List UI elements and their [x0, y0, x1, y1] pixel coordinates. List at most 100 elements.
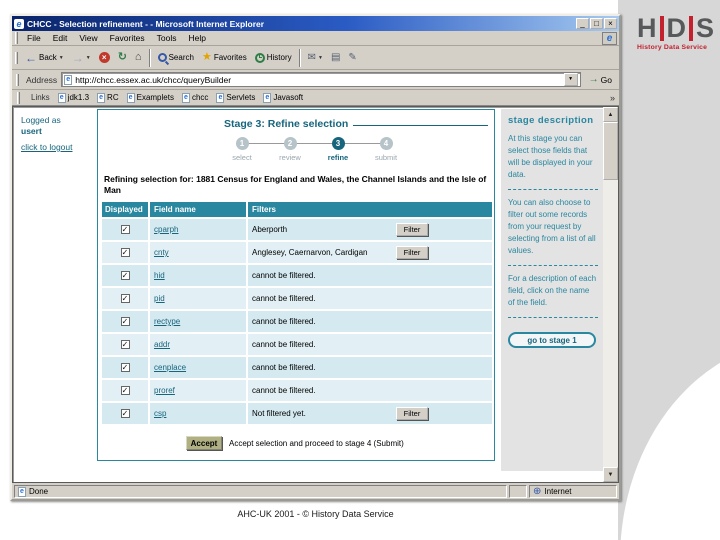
scrollbar-thumb[interactable]	[603, 122, 618, 180]
forward-button[interactable]: → ▼	[68, 51, 95, 65]
field-name-link[interactable]: addr	[154, 340, 170, 349]
filter-value: Aberporth	[252, 225, 288, 234]
refresh-button[interactable]: ↻	[114, 50, 131, 65]
link-item-chcc[interactable]: e chcc	[181, 92, 208, 103]
fields-table: Displayed Field name Filters ✓ cparph Ab…	[102, 202, 492, 424]
link-item-javasoft[interactable]: e Javasoft	[263, 92, 303, 103]
field-name-link[interactable]: hid	[154, 271, 165, 280]
displayed-checkbox[interactable]: ✓	[120, 363, 130, 372]
displayed-checkbox[interactable]: ✓	[120, 317, 130, 326]
displayed-checkbox[interactable]: ✓	[120, 248, 130, 257]
favorites-label: Favorites	[213, 53, 247, 62]
address-dropdown-icon[interactable]: ▼	[563, 73, 578, 86]
table-row: ✓ csp Not filtered yet. Filter	[102, 403, 492, 424]
field-name-link[interactable]: cparph	[154, 225, 178, 234]
menu-file[interactable]: File	[21, 33, 47, 43]
link-item-rc[interactable]: e RC	[97, 92, 119, 103]
displayed-checkbox[interactable]: ✓	[120, 340, 130, 349]
displayed-checkbox[interactable]: ✓	[120, 409, 130, 418]
address-input[interactable]: e http://chcc.essex.ac.uk/chcc/queryBuil…	[61, 72, 581, 87]
back-dropdown-icon[interactable]: ▼	[59, 55, 64, 61]
stage-description-sidebar: stage description At this stage you can …	[501, 109, 605, 471]
menu-help[interactable]: Help	[182, 33, 211, 43]
displayed-checkbox[interactable]: ✓	[120, 225, 130, 234]
table-row: ✓ cparph Aberporth Filter	[102, 219, 492, 240]
table-row: ✓ proref cannot be filtered.	[102, 380, 492, 401]
security-zone-pane: ⊕ Internet	[529, 485, 617, 498]
background-curve	[620, 340, 720, 540]
logout-link[interactable]: click to logout	[21, 142, 73, 153]
stage-label-submit: submit	[374, 153, 398, 162]
menu-favorites[interactable]: Favorites	[104, 33, 151, 43]
edit-button[interactable]: ✎	[344, 50, 360, 65]
stage-title-rule	[353, 125, 488, 126]
table-row: ✓ cenplace cannot be filtered.	[102, 357, 492, 378]
menubar-grip[interactable]	[15, 32, 18, 44]
menu-edit[interactable]: Edit	[47, 33, 74, 43]
filter-value: cannot be filtered.	[252, 271, 316, 280]
go-button[interactable]: → Go	[585, 74, 616, 85]
displayed-checkbox[interactable]: ✓	[120, 294, 130, 303]
search-button[interactable]: Search	[154, 51, 198, 64]
logged-as-text: Logged as	[21, 115, 61, 125]
vertical-scrollbar[interactable]: ▲ ▼	[603, 107, 618, 482]
linksbar-grip[interactable]	[17, 91, 20, 104]
hds-letter-s: S	[696, 13, 715, 43]
home-icon: ⌂	[134, 51, 142, 63]
accept-button[interactable]: Accept	[186, 436, 222, 450]
print-button[interactable]: ▤	[327, 50, 344, 65]
link-label-servlets: Servlets	[226, 93, 256, 102]
table-row: ✓ cnty Anglesey, Caernarvon, Cardigan Fi…	[102, 242, 492, 263]
minimize-button[interactable]: _	[576, 18, 589, 29]
back-button[interactable]: ← Back ▼	[21, 51, 68, 65]
displayed-checkbox[interactable]: ✓	[120, 271, 130, 280]
menu-tools[interactable]: Tools	[151, 33, 183, 43]
go-to-stage-1-button[interactable]: go to stage 1	[508, 332, 596, 348]
window-title: CHCC - Selection refinement - - Microsof…	[27, 18, 265, 29]
status-spacer-pane	[509, 485, 527, 498]
field-name-link[interactable]: csp	[154, 409, 166, 418]
link-item-examplets[interactable]: e Examplets	[126, 92, 174, 103]
mail-dropdown-icon[interactable]: ▼	[318, 55, 323, 61]
favorites-button[interactable]: ★ Favorites	[198, 50, 251, 65]
field-name-link[interactable]: rectype	[154, 317, 180, 326]
scroll-up-button[interactable]: ▲	[603, 107, 618, 122]
maximize-button[interactable]: □	[590, 18, 603, 29]
mail-icon: ✉	[307, 52, 316, 63]
browser-window: e CHCC - Selection refinement - - Micros…	[10, 14, 621, 501]
filter-button[interactable]: Filter	[396, 223, 428, 236]
mail-button[interactable]: ✉ ▼	[304, 50, 327, 65]
field-name-link[interactable]: cnty	[154, 248, 169, 257]
scrollbar-track[interactable]	[603, 180, 618, 467]
zone-label: Internet	[544, 487, 572, 496]
scroll-down-button[interactable]: ▼	[603, 467, 618, 482]
field-name-link[interactable]: pid	[154, 294, 165, 303]
link-item-servlets[interactable]: e Servlets	[216, 92, 256, 103]
close-button[interactable]: ×	[604, 18, 617, 29]
addressbar-grip[interactable]	[16, 73, 19, 86]
field-name-link[interactable]: cenplace	[154, 363, 186, 372]
stage-circle-4: 4	[379, 137, 393, 150]
displayed-checkbox[interactable]: ✓	[120, 386, 130, 395]
filter-button[interactable]: Filter	[396, 407, 428, 420]
address-url[interactable]: http://chcc.essex.ac.uk/chcc/queryBuilde…	[75, 75, 560, 85]
link-page-icon: e	[126, 92, 135, 103]
stage-circle-1: 1	[235, 137, 249, 150]
forward-dropdown-icon[interactable]: ▼	[86, 55, 91, 61]
field-name-link[interactable]: proref	[154, 386, 175, 395]
stop-button[interactable]: ×	[95, 50, 114, 65]
status-bar: e Done ⊕ Internet	[12, 483, 619, 499]
menu-view[interactable]: View	[73, 33, 103, 43]
toolbar-grip[interactable]	[15, 51, 18, 64]
links-overflow-chevron-icon[interactable]: »	[610, 93, 615, 103]
toolbar-separator	[298, 48, 301, 67]
title-bar[interactable]: e CHCC - Selection refinement - - Micros…	[12, 16, 619, 31]
link-item-jdk[interactable]: e jdk1.3	[57, 92, 89, 103]
home-button[interactable]: ⌂	[131, 50, 146, 65]
ie-throbber: e	[602, 31, 617, 45]
history-button[interactable]: History	[251, 51, 296, 65]
edit-icon: ✎	[348, 52, 357, 63]
filter-button[interactable]: Filter	[396, 246, 428, 259]
slide-caption: AHC-UK 2001 - © History Data Service	[237, 509, 394, 519]
stage-label-refine: refine	[327, 153, 349, 162]
